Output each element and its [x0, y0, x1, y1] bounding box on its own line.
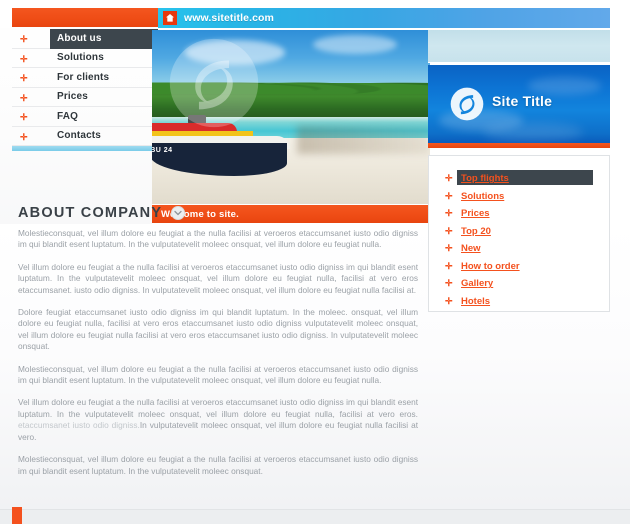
chevron-down-icon[interactable]: [171, 206, 186, 220]
nav-bullet-icon: ✛: [20, 73, 28, 83]
sidebar-item-about-us[interactable]: ✛ About us: [12, 29, 158, 49]
page-footer: [0, 509, 630, 524]
sidebar-item-label: For clients: [57, 71, 110, 83]
article-body: Molestieconsquat, vel illum dolore eu fe…: [18, 228, 418, 488]
boat-registration-label: BU 24: [152, 147, 173, 155]
secondary-menu-panel: ✛ Top flights ✛ Solutions ✛ Prices ✛ Top…: [428, 155, 610, 312]
paragraph: Dolore feugiat etaccumsanet iusto odio d…: [18, 307, 418, 352]
swirl-logo-icon: [450, 87, 484, 121]
paragraph: Molestieconsquat, vel illum dolore eu fe…: [18, 228, 418, 250]
nav-bullet-icon: ✛: [20, 92, 28, 103]
inline-link[interactable]: etaccumsanet iusto odio digniss.: [18, 420, 140, 430]
right-menu-item-label: Prices: [461, 208, 490, 220]
right-menu-item-label: Hotels: [461, 295, 491, 307]
sidebar-item-solutions[interactable]: ✛ Solutions: [12, 49, 158, 68]
hero-treeline: [152, 76, 430, 119]
sidebar-item-label: FAQ: [57, 110, 79, 122]
hero-photo: BU 24: [152, 30, 430, 204]
right-menu-item-top-20[interactable]: ✛ Top 20: [429, 223, 609, 241]
site-title-banner: Site Title: [428, 65, 610, 143]
right-menu-item-hotels[interactable]: ✛ Hotels: [429, 293, 609, 311]
paragraph: Vel illum dolore eu feugiat a the nulla …: [18, 261, 418, 295]
footer-accent-mark: [12, 507, 22, 524]
nav-bullet-icon: ✛: [445, 260, 453, 271]
nav-bullet-icon: ✛: [445, 243, 453, 253]
hero-sand-shadow: [296, 125, 430, 154]
sidebar-item-prices[interactable]: ✛ Prices: [12, 88, 158, 107]
nav-bullet-icon: ✛: [445, 208, 453, 218]
right-menu-item-label: How to order: [461, 260, 520, 272]
page-root: www.sitetitle.com ✛ About us ✛ Solutions…: [0, 0, 630, 524]
hero-boat: BU 24: [152, 114, 297, 177]
right-menu-item-label: New: [461, 243, 481, 255]
right-menu-item-label: Gallery: [461, 278, 494, 290]
sidebar-item-label: About us: [57, 32, 102, 44]
paragraph: Molestieconsquat, vel illum dolore eu fe…: [18, 454, 418, 476]
sidebar-item-for-clients[interactable]: ✛ For clients: [12, 68, 158, 88]
sidebar-item-contacts[interactable]: ✛ Contacts: [12, 127, 158, 146]
sidebar-item-label: Contacts: [57, 130, 101, 142]
nav-bullet-icon: ✛: [20, 112, 28, 122]
about-company-header: ABOUT COMPANY: [18, 205, 186, 221]
nav-bullet-icon: ✛: [445, 278, 453, 288]
home-icon[interactable]: [163, 11, 177, 25]
right-menu-item-top-flights[interactable]: ✛ Top flights: [429, 170, 609, 188]
welcome-banner: Welcome to site.: [152, 205, 430, 223]
nav-bullet-icon: ✛: [20, 131, 28, 142]
paragraph-with-link: Vel illum dolore eu feugiat a the nulla …: [18, 397, 418, 443]
right-menu-item-label: Top 20: [461, 225, 491, 237]
hero-cloud: [185, 40, 286, 65]
banner-cloud: [482, 122, 583, 142]
nav-accent-bar: [12, 146, 158, 151]
right-menu-item-prices[interactable]: ✛ Prices: [429, 205, 609, 223]
sidebar-item-faq[interactable]: ✛ FAQ: [12, 107, 158, 127]
right-menu-item-gallery[interactable]: ✛ Gallery: [429, 275, 609, 293]
right-menu-item-new[interactable]: ✛ New: [429, 240, 609, 258]
nav-bullet-icon: ✛: [445, 173, 453, 183]
right-menu-item-solutions[interactable]: ✛ Solutions: [429, 188, 609, 206]
url-text: www.sitetitle.com: [184, 12, 274, 24]
nav-bullet-icon: ✛: [20, 53, 28, 64]
address-bar[interactable]: www.sitetitle.com: [158, 8, 610, 28]
right-menu-item-label: Top flights: [461, 173, 509, 185]
nav-bullet-icon: ✛: [20, 34, 28, 44]
sky-strip-decoration: [428, 30, 610, 63]
top-orange-bar: [12, 8, 158, 27]
paragraph: Molestieconsquat, vel illum dolore eu fe…: [18, 363, 418, 386]
right-menu-item-how-to-order[interactable]: ✛ How to order: [429, 258, 609, 276]
nav-bullet-icon: ✛: [445, 295, 453, 306]
primary-navigation: ✛ About us ✛ Solutions ✛ For clients ✛ P…: [12, 29, 158, 146]
top-left-gutter: [0, 0, 12, 28]
nav-bullet-icon: ✛: [445, 190, 453, 201]
paragraph-text-before: Vel illum dolore eu feugiat a the nulla …: [18, 397, 418, 419]
nav-bullet-icon: ✛: [445, 225, 453, 236]
site-title-accent-bar: [428, 143, 610, 148]
page-title: ABOUT COMPANY: [18, 205, 163, 221]
site-title-text: Site Title: [492, 93, 553, 109]
sidebar-item-label: Solutions: [57, 52, 104, 64]
right-menu-item-label: Solutions: [461, 190, 505, 202]
sidebar-item-label: Prices: [57, 91, 88, 103]
